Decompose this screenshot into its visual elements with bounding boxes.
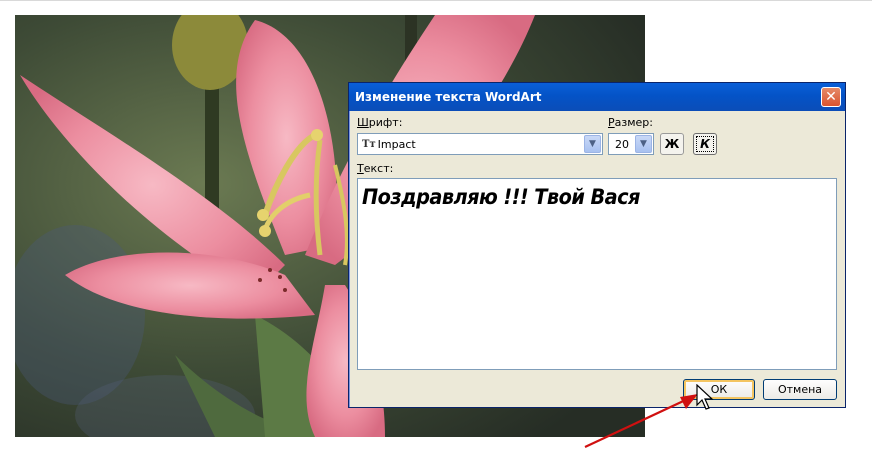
- dialog-title: Изменение текста WordArt: [355, 90, 542, 104]
- wordart-text-value: Поздравляю !!! Твой Вася: [362, 185, 640, 209]
- font-dropdown-arrow[interactable]: ▼: [584, 135, 601, 153]
- size-value: 20: [615, 137, 629, 151]
- cancel-button[interactable]: Отмена: [763, 379, 837, 400]
- size-dropdown-arrow[interactable]: ▼: [635, 135, 652, 153]
- bold-button[interactable]: Ж: [660, 133, 684, 155]
- font-value: Impact: [377, 137, 416, 151]
- size-label: Размер:: [608, 116, 653, 129]
- mouse-cursor-icon: [696, 384, 714, 410]
- italic-button[interactable]: К: [693, 133, 717, 155]
- bold-icon: Ж: [664, 137, 680, 151]
- font-label: Шрифт:: [357, 116, 403, 129]
- cancel-button-label: Отмена: [777, 383, 823, 396]
- close-button[interactable]: ✕: [821, 87, 841, 107]
- truetype-font-icon: Tт: [362, 138, 376, 150]
- close-icon: ✕: [825, 89, 837, 105]
- dialog-titlebar[interactable]: Изменение текста WordArt ✕: [349, 83, 845, 111]
- red-pointer-arrow: [584, 394, 698, 448]
- chevron-down-icon: ▼: [640, 139, 647, 149]
- size-combobox[interactable]: 20 ▼: [608, 133, 654, 155]
- top-divider: [0, 0, 872, 1]
- italic-icon: К: [700, 137, 710, 151]
- wordart-edit-dialog: Изменение текста WordArt ✕ Шрифт: Tт Imp…: [348, 82, 846, 408]
- chevron-down-icon: ▼: [589, 139, 596, 149]
- wordart-text-area[interactable]: Поздравляю !!! Твой Вася: [357, 178, 837, 370]
- text-label: Текст:: [357, 162, 394, 175]
- font-combobox[interactable]: Tт Impact ▼: [357, 133, 603, 155]
